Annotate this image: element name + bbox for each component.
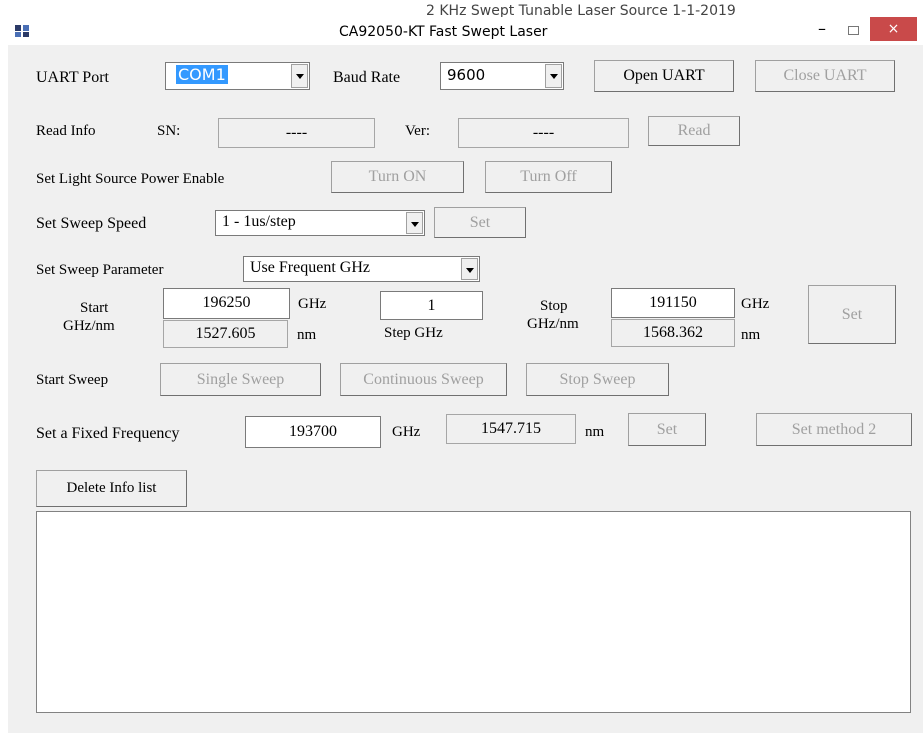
chevron-down-icon[interactable] [461,258,478,280]
sweep-mode-select[interactable]: Use Frequent GHz [243,256,480,282]
sweep-speed-label: Set Sweep Speed [36,215,147,232]
chevron-down-icon[interactable] [291,64,308,88]
baud-rate-select[interactable]: 9600 [440,62,564,90]
sn-value-field: ---- [218,118,375,148]
ver-value-field: ---- [458,118,629,148]
baud-rate-label: Baud Rate [333,69,401,86]
start-ghz-input[interactable]: 196250 [163,288,290,319]
turn-on-button[interactable]: Turn ON [331,161,464,193]
window-title: CA92050-KT Fast Swept Laser [339,24,548,40]
sweep-parameter-set-button[interactable]: Set [808,285,896,344]
fixed-frequency-set-button[interactable]: Set [628,413,706,446]
stop-nm-unit: nm [741,327,761,343]
stop-label: Stop [540,298,568,314]
sweep-mode-value: Use Frequent GHz [250,259,370,276]
sweep-speed-set-button[interactable]: Set [434,207,526,238]
read-info-label: Read Info [36,123,96,139]
read-button[interactable]: Read [648,116,740,146]
minimize-button[interactable]: – [807,19,837,41]
sn-label: SN: [157,123,181,139]
single-sweep-button[interactable]: Single Sweep [160,363,321,396]
start-nm-field: 1527.605 [163,320,288,348]
fixed-frequency-label: Set a Fixed Frequency [36,425,180,442]
baud-rate-value: 9600 [447,66,486,84]
step-ghz-label: Step GHz [384,325,443,341]
start-unit-label: GHz/nm [63,318,115,334]
sweep-parameter-label: Set Sweep Parameter [36,262,164,278]
sweep-speed-value: 1 - 1us/step [222,213,296,230]
start-label: Start [80,300,109,316]
turn-off-button[interactable]: Turn Off [485,161,612,193]
stop-ghz-unit: GHz [741,296,770,312]
fixed-nm-unit: nm [585,424,605,440]
stop-sweep-button[interactable]: Stop Sweep [526,363,669,396]
start-sweep-label: Start Sweep [36,372,109,388]
fixed-nm-field: 1547.715 [446,414,576,444]
info-list[interactable] [36,511,911,713]
start-nm-unit: nm [297,327,317,343]
fixed-ghz-unit: GHz [392,424,421,440]
continuous-sweep-button[interactable]: Continuous Sweep [340,363,507,396]
set-method-2-button[interactable]: Set method 2 [756,413,912,446]
uart-port-label: UART Port [36,69,109,86]
stop-unit-label: GHz/nm [527,316,579,332]
open-uart-button[interactable]: Open UART [594,60,734,92]
step-ghz-input[interactable]: 1 [380,291,483,320]
uart-port-select[interactable]: COM1 [165,62,310,90]
ver-label: Ver: [405,123,430,139]
chevron-down-icon[interactable] [545,64,562,88]
close-window-button[interactable]: × [870,17,917,41]
uart-port-value: COM1 [176,65,228,84]
stop-nm-field: 1568.362 [611,319,735,347]
close-uart-button[interactable]: Close UART [755,60,895,92]
chevron-down-icon[interactable] [406,212,423,234]
sweep-speed-select[interactable]: 1 - 1us/step [215,210,425,236]
maximize-button[interactable] [838,19,868,41]
app-icon [15,25,29,37]
stop-ghz-input[interactable]: 191150 [611,288,735,318]
fixed-ghz-input[interactable]: 193700 [245,416,381,448]
start-ghz-unit: GHz [298,296,327,312]
power-enable-label: Set Light Source Power Enable [36,171,225,187]
delete-info-list-button[interactable]: Delete Info list [36,470,187,507]
